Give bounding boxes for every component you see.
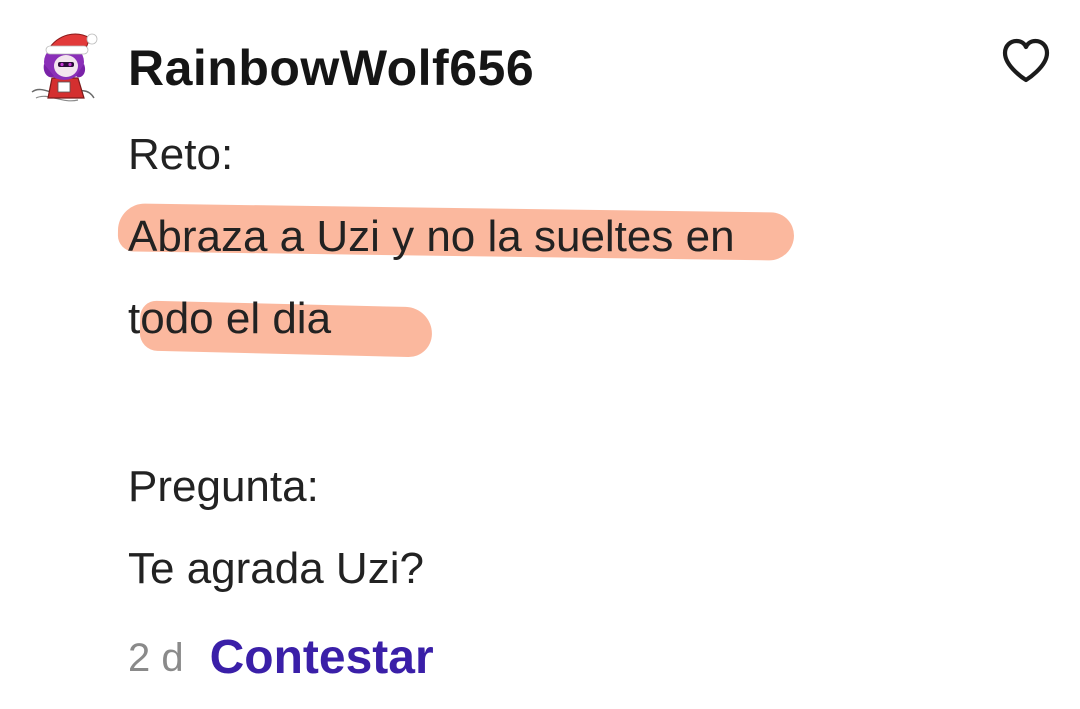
comment-text-line: Pregunta: (128, 462, 319, 511)
reply-button[interactable]: Contestar (210, 628, 434, 688)
comment-text-line: todo el dia (128, 294, 332, 343)
avatar-santa-hat-icon (31, 33, 98, 102)
comment-footer: 2 d Contestar (128, 628, 434, 688)
comment-text-line: Abraza a Uzi y no la sueltes en (128, 212, 735, 261)
like-button[interactable] (1000, 36, 1052, 86)
comment-text-line: Reto: (128, 130, 234, 179)
avatar[interactable] (28, 26, 104, 106)
heart-outline-icon (1002, 38, 1050, 83)
comment-timestamp: 2 d (128, 636, 184, 680)
comment-text-line: Te agrada Uzi? (128, 544, 424, 593)
comment-author-username[interactable]: RainbowWolf656 (128, 38, 534, 98)
